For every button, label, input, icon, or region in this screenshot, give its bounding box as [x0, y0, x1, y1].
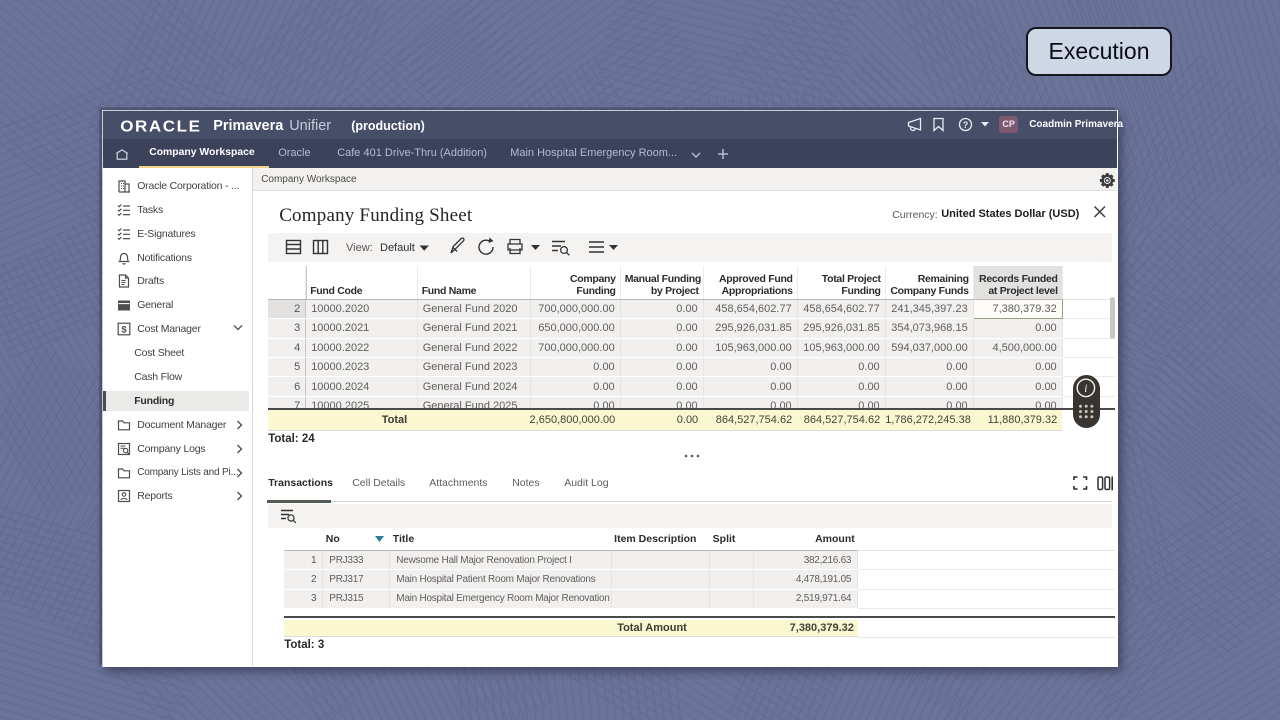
svg-text:i: i — [1084, 383, 1087, 395]
svg-text:?: ? — [963, 120, 969, 130]
svg-text:Default: Default — [380, 242, 415, 254]
svg-text:$: $ — [122, 325, 128, 336]
svg-text:View:: View: — [346, 242, 373, 254]
